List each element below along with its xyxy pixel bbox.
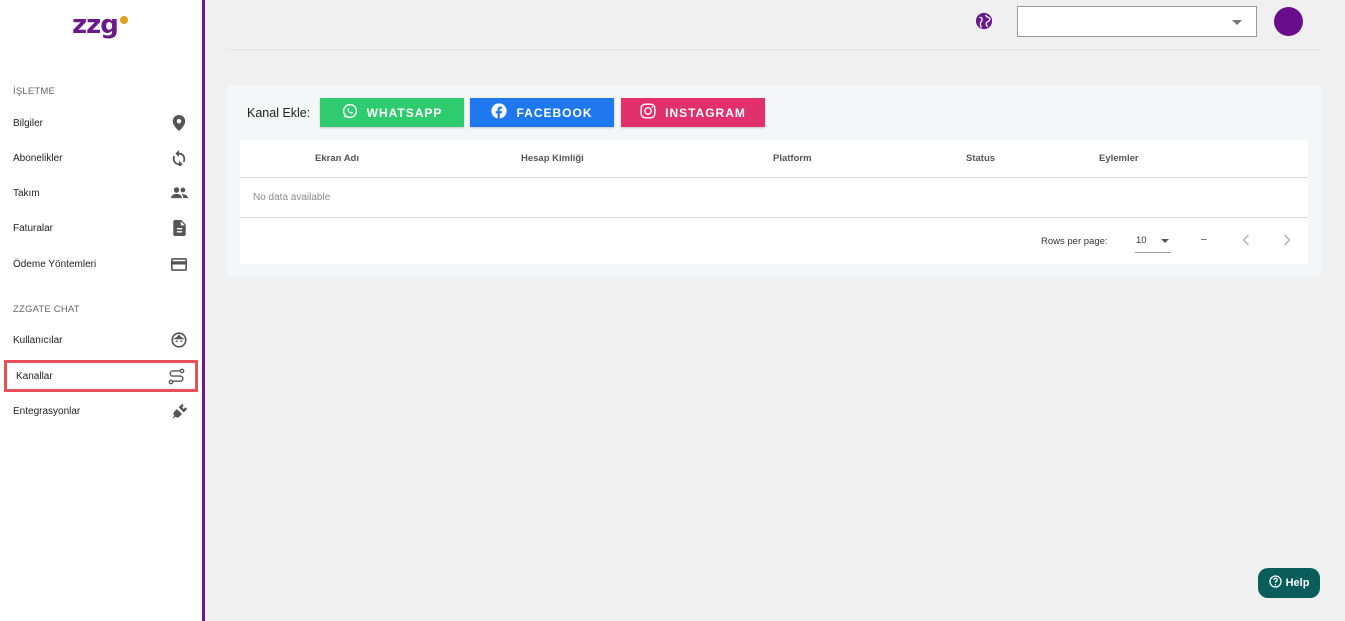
sidebar-divider [202,0,205,621]
help-button[interactable]: Help [1258,568,1320,598]
column-header-ekran-adi[interactable]: Ekran Adı [315,153,359,164]
column-header-status[interactable]: Status [966,153,995,164]
sidebar-item-kanallar[interactable]: Kanallar [4,360,198,392]
whatsapp-icon [342,103,358,122]
empty-table-message: No data available [253,192,331,203]
sidebar-item-label: Abonelikler [13,152,63,164]
logo-dot [119,16,128,24]
section-label-isletme: İŞLETME [13,86,56,97]
face-icon [170,331,188,349]
route-icon [167,367,185,385]
pagination-range: – [1201,234,1207,245]
sidebar-item-abonelikler[interactable]: Abonelikler [4,143,198,173]
workspace-select[interactable] [1017,6,1257,37]
whatsapp-button-label: WHATSAPP [366,105,443,120]
topbar-divider [227,49,1321,50]
chevron-right-icon [1283,234,1291,246]
help-icon [1268,575,1282,591]
sidebar-item-label: Entegrasyonlar [13,405,81,417]
location-pin-icon [170,114,188,132]
chevron-left-icon [1242,234,1250,246]
sidebar-item-label: Kanallar [16,370,53,382]
sidebar-item-bilgiler[interactable]: Bilgiler [4,108,198,138]
facebook-button[interactable]: FACEBOOK [470,98,614,127]
sidebar-item-label: Faturalar [13,222,54,234]
sidebar-item-label: Kullanıcılar [13,334,63,346]
column-header-eylemler: Eylemler [1099,153,1139,164]
sidebar-item-label: Ödeme Yöntemleri [13,258,97,270]
next-page-button[interactable] [1279,232,1295,248]
facebook-icon [491,103,508,122]
rows-per-page-label: Rows per page: [1041,236,1108,247]
chevron-down-icon [1161,239,1169,243]
sidebar-item-entegrasyonlar[interactable]: Entegrasyonlar [4,396,198,426]
sidebar-item-takim[interactable]: Takım [4,178,198,208]
globe-icon[interactable] [975,12,993,30]
instagram-icon [640,103,656,122]
sync-icon [170,149,188,167]
credit-card-icon [170,255,188,273]
sidebar-item-kullanicilar[interactable]: Kullanıcılar [4,325,198,355]
avatar[interactable] [1274,7,1303,36]
instagram-button-label: INSTAGRAM [665,105,746,120]
add-channel-label: Kanal Ekle: [247,106,311,120]
sidebar-item-odeme-yontemleri[interactable]: Ödeme Yöntemleri [4,249,198,279]
people-icon [170,184,188,202]
sidebar-item-label: Takım [13,187,40,199]
column-header-hesap-kimligi[interactable]: Hesap Kimliği [521,153,584,164]
channels-table: Ekran Adı Hesap Kimliği Platform Status … [240,140,1308,264]
facebook-button-label: FACEBOOK [516,105,593,120]
sidebar-item-faturalar[interactable]: Faturalar [4,213,198,243]
chevron-down-icon [1232,20,1242,25]
logo[interactable]: zzg [72,8,142,42]
rows-per-page-value: 10 [1136,235,1147,246]
section-label-zzgate-chat: ZZGATE CHAT [13,304,80,315]
rows-per-page-select[interactable]: 10 [1135,231,1171,253]
previous-page-button[interactable] [1238,232,1254,248]
sidebar: zzg İŞLETME Bilgiler Abonelikler Takım F… [0,0,202,621]
sidebar-item-label: Bilgiler [13,117,44,129]
document-icon [170,219,188,237]
column-header-platform[interactable]: Platform [773,153,812,164]
help-label: Help [1285,577,1310,589]
instagram-button[interactable]: INSTAGRAM [621,98,765,127]
logo-text: zzg [72,10,119,40]
whatsapp-button[interactable]: WHATSAPP [320,98,464,127]
table-footer-divider [240,217,1308,218]
table-header: Ekran Adı Hesap Kimliği Platform Status … [240,140,1308,178]
plug-icon [170,402,188,420]
